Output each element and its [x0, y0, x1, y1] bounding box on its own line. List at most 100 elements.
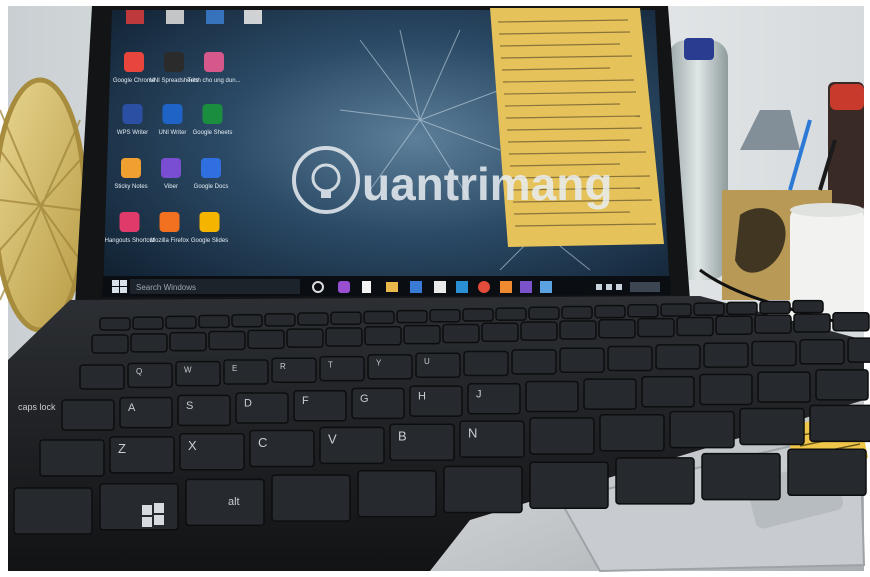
keyboard-key — [599, 414, 665, 452]
keyboard-key — [699, 373, 753, 406]
keyboard-key — [286, 328, 324, 348]
keyboard-key — [598, 319, 636, 339]
keyboard-key — [442, 323, 480, 344]
writer-icon: UNI Writer — [159, 104, 187, 136]
keyboard-key — [751, 340, 797, 367]
key-label: G — [360, 393, 369, 405]
keyboard-key — [198, 314, 230, 329]
keyboard-key — [231, 313, 263, 328]
desktop-icon-label: Sticky Notes — [114, 184, 147, 190]
caps-lock-label: caps lock — [18, 402, 56, 412]
keyboard-key — [403, 324, 441, 345]
key-label: U — [424, 357, 430, 366]
keyboard-key — [185, 478, 265, 527]
taskbar-search-placeholder: Search Windows — [136, 283, 196, 292]
keyboard-key — [832, 312, 870, 332]
laptop-screen: Google ChromeUNI SpreadsheetsTrinh cho u… — [102, 8, 671, 297]
keyboard-key — [495, 307, 527, 321]
keyboard-key — [715, 315, 753, 336]
keyboard-key — [641, 376, 695, 408]
keyboard-key — [319, 355, 365, 382]
keyboard-key — [61, 399, 115, 431]
keyboard-key — [481, 322, 519, 343]
keyboard-key — [757, 371, 811, 403]
keyboard-key — [528, 306, 560, 321]
key-label: V — [328, 432, 337, 447]
keyboard-key — [264, 313, 296, 327]
keyboard-key — [165, 315, 197, 330]
keyboard-key — [247, 329, 285, 350]
keyboard-key — [520, 321, 558, 341]
key-label: X — [188, 438, 197, 453]
keyboard-key — [357, 470, 437, 518]
keyboard-key — [99, 482, 179, 531]
keyboard-key — [815, 369, 869, 401]
key-label: E — [232, 364, 237, 373]
key-label: Z — [118, 441, 126, 456]
keyboard-key — [637, 317, 675, 338]
keyboard-key — [847, 337, 870, 363]
keyboard-key — [415, 352, 461, 378]
keyboard-key — [754, 314, 792, 334]
keyboard-key — [132, 316, 164, 330]
keyboard-key — [463, 350, 509, 377]
keyboard-key — [127, 362, 173, 389]
key-label: Y — [376, 359, 382, 368]
key-label: J — [476, 388, 482, 400]
keyboard-key — [367, 354, 413, 380]
bottle-cap — [684, 38, 714, 60]
keyboard-key — [525, 380, 579, 413]
keyboard-key — [396, 309, 428, 324]
keyboard-key — [99, 317, 131, 331]
keyboard-key — [759, 300, 791, 315]
keyboard-key — [462, 308, 494, 322]
keyboard-key — [130, 333, 168, 353]
keyboard-key — [799, 339, 845, 365]
keyboard-key — [325, 327, 363, 347]
keyboard-key — [559, 347, 605, 373]
key-label: S — [186, 400, 193, 412]
key-label: T — [328, 360, 333, 369]
keyboard-key — [559, 320, 597, 340]
keyboard-key — [726, 301, 758, 316]
keyboard-key — [660, 303, 692, 317]
keyboard-key — [615, 457, 695, 505]
key-label: R — [280, 362, 286, 371]
keyboard-key — [39, 439, 105, 477]
keyboard-key — [701, 452, 781, 501]
keyboard-key — [91, 334, 129, 354]
keyboard-key — [583, 378, 637, 410]
keyboard-key — [809, 404, 870, 443]
keyboard-key — [271, 474, 351, 522]
keyboard-key — [561, 305, 593, 320]
keyboard-key — [511, 349, 557, 375]
keyboard-key — [169, 331, 207, 352]
desktop-icon-label: WPS Writer — [117, 130, 148, 136]
keyboard-key — [792, 299, 824, 314]
key-label: B — [398, 428, 407, 443]
keyboard-key — [627, 304, 659, 318]
watermark-text: uantrimang — [362, 158, 612, 210]
key-label: H — [418, 391, 426, 403]
keyboard-key — [693, 302, 725, 316]
keyboard-key — [443, 465, 523, 514]
laptop-desk-photo: Google ChromeUNI SpreadsheetsTrinh cho u… — [0, 0, 870, 577]
key-label: A — [128, 402, 136, 414]
desktop-icon-label: Viber — [164, 184, 178, 190]
keyboard-key — [208, 330, 246, 351]
desktop-icon-label: Google Docs — [194, 184, 229, 190]
desktop-icon-label: Trinh cho ung dun... — [187, 78, 240, 84]
keyboard-key — [223, 359, 269, 385]
laptop-keyboard-deck: Q W E R T Y U A S D F G H J Z X C V B Ncaps lock alt — [8, 296, 870, 573]
desktop-icon-label: UNI Writer — [159, 130, 187, 136]
desktop-icon-label: Google Slides — [191, 238, 228, 244]
desktop-icon-label: Hangouts Shortcut — [105, 238, 155, 244]
keyboard-key — [787, 448, 867, 497]
keyboard-key — [175, 360, 221, 387]
keyboard-key — [79, 364, 125, 390]
key-label: Q — [136, 367, 142, 376]
key-label: C — [258, 435, 267, 450]
keyboard-key — [655, 344, 701, 370]
key-label: D — [244, 398, 252, 410]
alt-key-label: alt — [228, 496, 240, 508]
